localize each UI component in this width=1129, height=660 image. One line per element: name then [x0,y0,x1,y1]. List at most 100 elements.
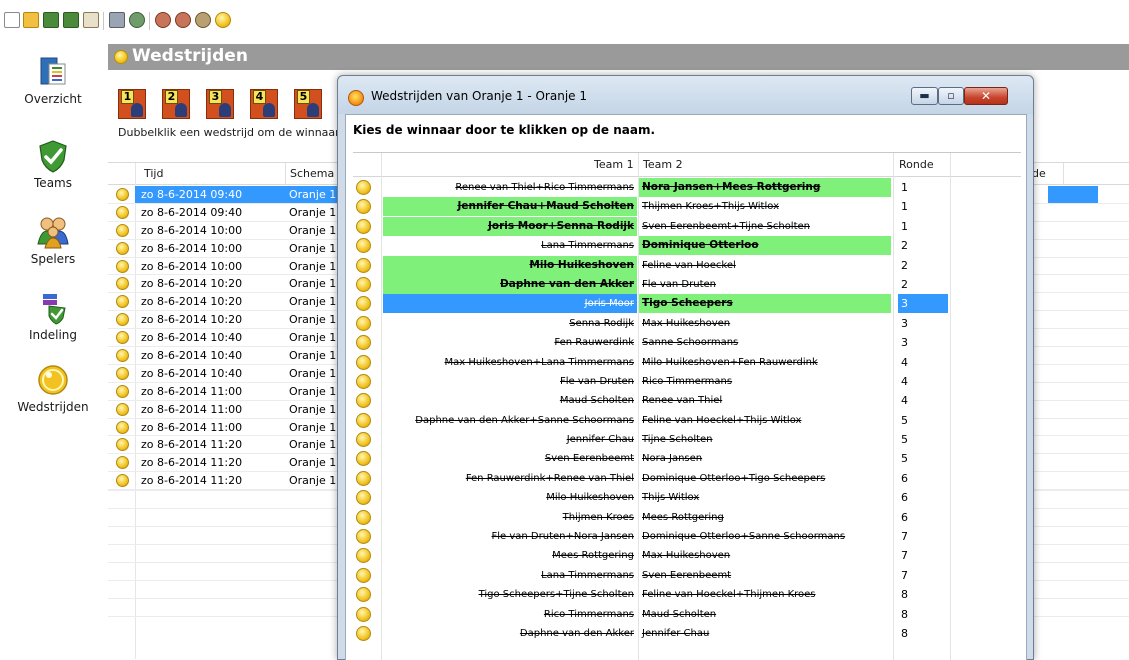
team1-cell[interactable]: Renee van Thiel+Rico Timmermans [383,178,637,197]
column-header-team2[interactable]: Team 2 [643,158,683,171]
schema-button-4[interactable]: 4 [250,89,278,119]
match-row[interactable]: Milo Huikeshoven Feline van Hoeckel 2 [353,255,1021,275]
match-row[interactable]: Lana Timmermans Sven Eerenbeemt 7 [353,566,1021,585]
team1-cell[interactable]: Joris Moor+Senna Rodijk [383,216,637,236]
team2-cell[interactable]: Jennifer Chau [639,624,891,643]
team2-cell[interactable]: Max Huikeshoven [639,314,891,333]
match-row[interactable]: Maud Scholten Renee van Thiel 4 [353,391,1021,410]
team1-cell[interactable]: Jennifer Chau+Maud Scholten [383,197,637,217]
schema-button-5[interactable]: 5 [294,89,322,119]
match-row[interactable]: Fle van Druten Rico Timmermans 4 [353,372,1021,391]
match-row[interactable]: Joris Moor+Senna Rodijk Sven Eerenbeemt+T… [353,216,1021,236]
match-row[interactable]: Daphne van den Akker Fle van Druten 2 [353,274,1021,294]
team2-cell[interactable]: Feline van Hoeckel+Thijs Witlox [639,411,891,430]
team2-cell[interactable]: Mees Rottgering [639,508,891,527]
team1-cell[interactable]: Fle van Druten+Nora Jansen [383,527,637,546]
match-row[interactable]: Renee van Thiel+Rico Timmermans Nora Jans… [353,178,1021,197]
team1-cell[interactable]: Senna Rodijk [383,314,637,333]
match-row[interactable]: Jennifer Chau Tijne Scholten 5 [353,430,1021,449]
team2-cell[interactable]: Fle van Druten [639,275,891,294]
match-row[interactable]: Fle van Druten+Nora Jansen Dominique Otte… [353,527,1021,546]
schema-button-3[interactable]: 3 [206,89,234,119]
team1-cell[interactable]: Thijmen Kroes [383,508,637,527]
schema-button-1[interactable]: 1 [118,89,146,119]
new-document-icon[interactable] [4,12,20,28]
team2-cell[interactable]: Tijne Scholten [639,430,891,449]
team2-cell[interactable]: Tigo Scheepers [639,294,891,314]
team1-cell[interactable]: Fen Rauwerdink [383,333,637,352]
team1-cell[interactable]: Sven Eerenbeemt [383,449,637,468]
team2-cell[interactable]: Thijs Witlox [639,488,891,507]
team1-cell[interactable]: Joris Moor [383,294,637,314]
team1-cell[interactable]: Lana Timmermans [383,566,637,585]
match-row[interactable]: Fen Rauwerdink+Renee van Thiel Dominique … [353,469,1021,488]
team2-cell[interactable]: Max Huikeshoven [639,546,891,565]
team2-cell[interactable]: Dominique Otterloo+Tigo Scheepers [639,469,891,488]
team2-cell[interactable]: Feline van Hoeckel+Thijmen Kroes [639,585,891,604]
team2-cell[interactable]: Renee van Thiel [639,391,891,410]
wedstrijd-ball-icon[interactable] [215,12,231,28]
print-icon[interactable] [109,12,125,28]
maximize-button[interactable]: ▫ [938,87,964,105]
team2-cell[interactable]: Nora Jansen [639,449,891,468]
nav-item-wedstrijden[interactable]: Wedstrijden [0,362,106,414]
team2-cell[interactable]: Maud Scholten [639,605,891,624]
team2-cell[interactable]: Sanne Schoormans [639,333,891,352]
team1-cell[interactable]: Mees Rottgering [383,546,637,565]
match-row[interactable]: Tigo Scheepers+Tijne Scholten Feline van … [353,585,1021,604]
import-icon[interactable] [83,12,99,28]
team1-cell[interactable]: Rico Timmermans [383,605,637,624]
match-row[interactable]: Jennifer Chau+Maud Scholten Thijmen Kroes… [353,197,1021,217]
team1-cell[interactable]: Lana Timmermans [383,236,637,255]
team1-cell[interactable]: Fle van Druten [383,372,637,391]
team1-cell[interactable]: Tigo Scheepers+Tijne Scholten [383,585,637,604]
match-row[interactable]: Lana Timmermans Dominique Otterloo 2 [353,236,1021,256]
team2-cell[interactable]: Rico Timmermans [639,372,891,391]
team1-cell[interactable]: Milo Huikeshoven [383,488,637,507]
match-row[interactable]: Max Huikeshoven+Lana Timmermans Milo Huik… [353,353,1021,372]
save-as-icon[interactable] [63,12,79,28]
column-header-team1[interactable]: Team 1 [594,158,634,171]
team2-cell[interactable]: Milo Huikeshoven+Fen Rauwerdink [639,353,891,372]
column-header-ronde[interactable]: Ronde [899,158,934,171]
print-preview-icon[interactable] [129,12,145,28]
match-row[interactable]: Joris Moor Tigo Scheepers 3 [353,294,1021,314]
team1-cell[interactable]: Max Huikeshoven+Lana Timmermans [383,353,637,372]
team2-cell[interactable]: Dominique Otterloo [639,236,891,256]
close-button[interactable]: ✕ [964,87,1008,105]
team2-cell[interactable]: Sven Eerenbeemt [639,566,891,585]
settings-icon[interactable] [195,12,211,28]
team2-cell[interactable]: Dominique Otterloo+Sanne Schoormans [639,527,891,546]
match-row[interactable]: Sven Eerenbeemt Nora Jansen 5 [353,449,1021,468]
open-folder-icon[interactable] [23,12,39,28]
save-icon[interactable] [43,12,59,28]
team1-cell[interactable]: Jennifer Chau [383,430,637,449]
match-row[interactable]: Senna Rodijk Max Huikeshoven 3 [353,314,1021,333]
users-icon[interactable] [155,12,171,28]
match-row[interactable]: Fen Rauwerdink Sanne Schoormans 3 [353,333,1021,352]
team2-cell[interactable]: Feline van Hoeckel [639,256,891,275]
column-header-ronde[interactable]: de [1032,167,1046,180]
nav-item-overzicht[interactable]: Overzicht [0,54,106,106]
team2-cell[interactable]: Thijmen Kroes+Thijs Witlox [639,197,891,216]
minimize-button[interactable]: ▬ [911,87,938,105]
nav-item-teams[interactable]: Teams [0,138,106,190]
schema-button-2[interactable]: 2 [162,89,190,119]
column-header-schema[interactable]: Schema [290,167,334,180]
match-row[interactable]: Daphne van den Akker Jennifer Chau 8 [353,624,1021,643]
match-row[interactable]: Daphne van den Akker+Sanne Schoormans Fel… [353,411,1021,430]
team2-cell[interactable]: Nora Jansen+Mees Rottgering [639,178,891,197]
users-alt-icon[interactable] [175,12,191,28]
match-row[interactable]: Mees Rottgering Max Huikeshoven 7 [353,546,1021,565]
dialog-titlebar[interactable]: Wedstrijden van Oranje 1 - Oranje 1 ▬ ▫ … [338,76,1033,114]
match-row[interactable]: Rico Timmermans Maud Scholten 8 [353,605,1021,624]
nav-item-indeling[interactable]: Indeling [0,290,106,342]
match-row[interactable]: Milo Huikeshoven Thijs Witlox 6 [353,488,1021,507]
team1-cell[interactable]: Daphne van den Akker+Sanne Schoormans [383,411,637,430]
team1-cell[interactable]: Fen Rauwerdink+Renee van Thiel [383,469,637,488]
team1-cell[interactable]: Daphne van den Akker [383,624,637,643]
nav-item-spelers[interactable]: Spelers [0,214,106,266]
team1-cell[interactable]: Milo Huikeshoven [383,255,637,275]
team1-cell[interactable]: Daphne van den Akker [383,274,637,294]
team2-cell[interactable]: Sven Eerenbeemt+Tijne Scholten [639,217,891,236]
